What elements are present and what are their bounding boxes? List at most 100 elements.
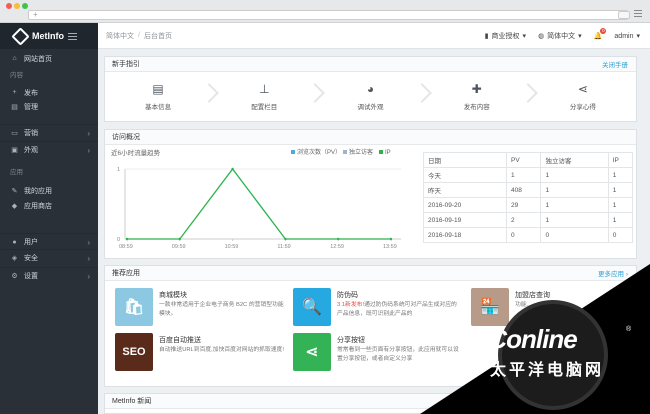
browser-menu-icon[interactable] [634, 10, 642, 17]
menu-toggle-icon[interactable] [68, 32, 77, 40]
app-title[interactable]: 防伪码 [337, 290, 358, 300]
share-app-icon[interactable]: ⋖ [293, 333, 331, 371]
table-cell: 408 [506, 182, 542, 198]
step-label: 调试外观 [357, 104, 384, 111]
baidu-app-icon[interactable]: SEO [115, 333, 153, 371]
share-icon: ⋖ [577, 82, 588, 96]
sidebar-section-content: 内容 [0, 67, 98, 81]
sidebar-label: 应用 [10, 169, 23, 176]
anti-fake-app-icon[interactable]: 🔍 [293, 288, 331, 326]
user-menu[interactable]: admin ▾ [614, 32, 640, 41]
x-tick-label: 11:59 [277, 244, 290, 250]
table-cell: 1 [540, 197, 609, 213]
legend-label: IP [385, 150, 391, 156]
gear-icon: ⚙ [11, 273, 18, 280]
table-row: 2016-09-20 29 1 1 [422, 197, 634, 213]
y-tick-label: 0 [117, 237, 120, 243]
maximize-dot[interactable] [22, 3, 28, 9]
chevron-right-icon: › [87, 253, 90, 263]
sidebar-users[interactable]: ● 用户 › [0, 233, 98, 250]
mall-app-icon[interactable]: 🛍 [115, 288, 153, 326]
sidebar-label: 内容 [10, 72, 23, 79]
sidebar-home[interactable]: ⌂ 网站首页 [0, 50, 98, 67]
caret-down-icon: ▾ [578, 33, 582, 40]
table-cell: 2016-09-18 [422, 227, 508, 243]
close-guide-link[interactable]: 关闭手册 [602, 59, 628, 69]
language-menu[interactable]: ◍ 简体中文 ▾ [538, 31, 582, 41]
browser-chrome: + [0, 0, 650, 23]
shield-icon: ◈ [11, 255, 18, 262]
close-dot[interactable] [6, 3, 12, 9]
sidebar-manage[interactable]: ▤ 管理 [0, 98, 98, 115]
sidebar: MMetInfo ⌂ 网站首页内容 + 发布 ▤ 管理 ▭ 营销 › ▣ 外观 › 应用 ✎ 我的应用 ◆ 应用… [0, 23, 98, 414]
metinfo-logo-icon: M [11, 26, 30, 46]
table-cell: 1 [540, 212, 609, 228]
data-point [337, 237, 340, 241]
visits-panel: 访问概况 近6小时流量趋势 浏览次数（PV） 独立访客 IP 1 0 08:59 09:59 1… [104, 129, 637, 259]
chart-title: 近6小时流量趋势 [111, 148, 161, 157]
logo[interactable]: MMetInfo [0, 23, 98, 49]
table-cell: 1 [540, 182, 609, 198]
guide-step[interactable]: ▤ 基本信息 [105, 72, 220, 121]
x-tick-label: 13:59 [383, 244, 397, 250]
table-cell: 2016-09-20 [422, 197, 508, 213]
data-point [389, 237, 393, 241]
chevron-right-icon: › [87, 271, 90, 281]
app-title[interactable]: 百度自动推送 [159, 335, 201, 345]
notification-badge: 0 [600, 28, 607, 34]
table-cell: 0 [540, 227, 609, 243]
app-title[interactable]: 分享按钮 [337, 335, 365, 345]
breadcrumb-lang[interactable]: 简体中文 [106, 31, 134, 41]
data-point [284, 237, 287, 241]
app-mall[interactable]: 🛍 商城模块 一款非常适用于企业电子商务 B2C 的营销型功能模块。 [115, 288, 285, 328]
step-label: 发布内容 [463, 104, 490, 111]
news-title: MetInfo 新闻 [112, 398, 152, 405]
globe-icon: ◍ [538, 33, 545, 40]
minimize-dot[interactable] [14, 3, 20, 9]
new-badge: 3.1新发布! [337, 302, 365, 308]
guide-step[interactable]: ✚ 发布内容 [424, 72, 538, 121]
sidebar-label: 管理 [24, 103, 38, 111]
app-desc: 自动推送URL到百度,加快百度对网站的抓取速度! [159, 347, 284, 353]
breadcrumb-home: 后台首页 [143, 32, 172, 40]
monitor-icon: ▣ [11, 147, 18, 154]
guide-title: 新手指引 [112, 61, 140, 68]
sidebar-marketing[interactable]: ▭ 营销 › [0, 124, 98, 141]
plus-icon: ✚ [471, 82, 482, 96]
guide-step[interactable]: ⋖ 分享心得 [530, 72, 636, 121]
sidebar-appearance[interactable]: ▣ 外观 › [0, 141, 98, 158]
address-bar[interactable]: + [28, 10, 628, 20]
visits-table: 日期 PV 独立访客 IP 今天 1 1 1 昨天 408 1 1 2016-09-20 29 1 1 2016… [422, 152, 634, 243]
legend-label: 浏览次数（PV） [297, 148, 341, 156]
plus-icon: + [12, 89, 17, 96]
guide-step[interactable]: ◕ 调试外观 [317, 72, 432, 121]
legend-swatch [291, 150, 295, 154]
x-tick-label: 12:59 [330, 244, 344, 250]
visits-title: 访问概况 [112, 134, 140, 141]
table-header-row: 日期 PV 独立访客 IP [422, 152, 634, 168]
guide-step[interactable]: ⊥ 配置栏目 [211, 72, 326, 121]
leaf-icon: ✎ [11, 187, 18, 195]
sidebar-settings[interactable]: ⚙ 设置 › [0, 267, 98, 284]
cube-icon: ◆ [11, 202, 18, 210]
x-tick-label: 09:59 [172, 244, 186, 250]
table-cell: 29 [506, 197, 542, 213]
table-cell: 0 [506, 227, 542, 243]
table-cell: 1 [540, 167, 609, 183]
address-button[interactable] [618, 11, 630, 19]
watermark-sub: 太平洋电脑网 [490, 362, 605, 379]
sidebar-app-store[interactable]: ◆ 应用商店 [0, 197, 98, 214]
app-baidu[interactable]: SEO 百度自动推送自动推送URL到百度,加快百度对网站的抓取速度! [115, 333, 285, 373]
app-title[interactable]: 商城模块 [159, 290, 187, 300]
table-cell: 今天 [422, 167, 508, 183]
legend-swatch [379, 150, 383, 154]
sidebar-security[interactable]: ◈ 安全 › [0, 249, 98, 266]
sidebar-label: 营销 [24, 130, 38, 137]
license-menu[interactable]: ▮ 商业授权 ▾ [485, 31, 526, 41]
notification-button[interactable]: 🔔 0 [594, 28, 607, 40]
info-card-icon: ▤ [152, 82, 164, 96]
topbar: 简体中文 / 后台首页 ▮ 商业授权 ▾ ◍ 简体中文 ▾ 🔔 0 admin ▾ [98, 23, 650, 49]
table-cell: 昨天 [422, 182, 508, 198]
palette-icon: ◕ [366, 82, 375, 96]
sidebar-label: 应用商店 [24, 202, 52, 210]
